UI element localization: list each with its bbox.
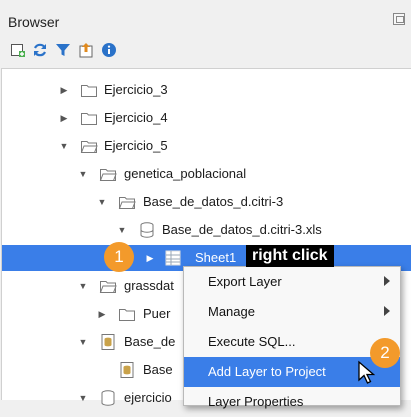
- collapse-arrow-icon[interactable]: ▼: [59, 141, 69, 151]
- tree-item-label: Ejercicio_5: [104, 138, 168, 153]
- tree-item-label: ejercicio: [124, 390, 172, 405]
- menu-item-label: Manage: [208, 304, 255, 319]
- table-icon: [165, 250, 181, 266]
- folder-icon: [81, 85, 97, 97]
- collapse-arrow-icon[interactable]: ▼: [97, 197, 107, 207]
- folder-open-icon: [99, 281, 117, 293]
- tree-item-label: Base: [143, 362, 173, 377]
- browser-panel-header: Browser: [0, 8, 411, 36]
- menu-item-label: Execute SQL...: [208, 334, 296, 349]
- tree-item-label: Base_de_datos_d.citri-3: [143, 194, 284, 209]
- menu-item-layer-properties[interactable]: Layer Properties: [184, 387, 400, 417]
- folder-icon: [81, 113, 97, 125]
- tree-item-label: genetica_poblacional: [124, 166, 247, 181]
- collapse-arrow-icon[interactable]: ▼: [78, 393, 88, 403]
- info-icon[interactable]: [99, 40, 119, 60]
- submenu-arrow-icon: [384, 306, 390, 316]
- database-icon: [101, 390, 115, 406]
- tree-item-ejercicio-5[interactable]: ▼ Ejercicio_5: [2, 133, 411, 159]
- menu-item-export-layer[interactable]: Export Layer: [184, 267, 400, 297]
- tree-item-label: grassdat: [124, 278, 174, 293]
- collapse-arrow-icon[interactable]: ▼: [78, 337, 88, 347]
- collapse-arrow-icon[interactable]: ▼: [78, 169, 88, 179]
- tree-item-label: Sheet1: [195, 250, 237, 265]
- tree-item-xls-file[interactable]: ▼ Base_de_datos_d.citri-3.xls: [2, 217, 411, 243]
- panel-top-border: [0, 0, 411, 7]
- tree-item-label: Puer: [143, 306, 171, 321]
- database-icon: [140, 222, 154, 238]
- step-1-badge: 1: [104, 242, 134, 272]
- menu-item-manage[interactable]: Manage: [184, 297, 400, 327]
- tree-item-label: Base_de_datos_d.citri-3.xls: [162, 222, 322, 237]
- collapse-arrow-icon[interactable]: ▼: [117, 225, 127, 235]
- tree-item-ejercicio-4[interactable]: ▶ Ejercicio_4: [2, 105, 411, 131]
- menu-item-label: Export Layer: [208, 274, 282, 289]
- refresh-icon[interactable]: [30, 40, 50, 60]
- tree-item-genetica-poblacional[interactable]: ▼ genetica_poblacional: [2, 161, 411, 187]
- tree-item-label: Ejercicio_3: [104, 82, 168, 97]
- expand-arrow-icon[interactable]: ▶: [59, 113, 69, 123]
- folder-open-icon: [99, 169, 117, 181]
- expand-arrow-icon[interactable]: ▶: [97, 309, 107, 319]
- collapse-arrow-icon[interactable]: ▼: [78, 281, 88, 291]
- tree-item-ejercicio-3[interactable]: ▶ Ejercicio_3: [2, 77, 411, 103]
- folder-open-icon: [118, 197, 136, 209]
- panel-title: Browser: [8, 14, 60, 30]
- add-layer-icon[interactable]: [8, 40, 28, 60]
- tree-item-base-de-datos-folder[interactable]: ▼ Base_de_datos_d.citri-3: [2, 189, 411, 215]
- expand-arrow-icon[interactable]: ▶: [145, 253, 155, 263]
- tree-item-label: Ejercicio_4: [104, 110, 168, 125]
- db-file-icon: [101, 334, 115, 350]
- collapse-all-icon[interactable]: [76, 40, 96, 60]
- tree-item-label: Base_de: [124, 334, 176, 349]
- mouse-pointer-icon: [358, 360, 376, 384]
- menu-item-label: Layer Properties: [208, 394, 304, 409]
- db-file-icon: [120, 362, 134, 378]
- expand-arrow-icon[interactable]: ▶: [59, 85, 69, 95]
- menu-item-execute-sql[interactable]: Execute SQL...: [184, 327, 400, 357]
- right-click-callout: right click: [246, 245, 334, 267]
- menu-item-label: Add Layer to Project: [208, 364, 326, 379]
- folder-icon: [119, 309, 135, 321]
- folder-open-icon: [80, 141, 98, 153]
- submenu-arrow-icon: [384, 276, 390, 286]
- browser-toolbar: [0, 40, 411, 66]
- filter-icon[interactable]: [53, 40, 73, 60]
- float-panel-icon[interactable]: [393, 13, 405, 25]
